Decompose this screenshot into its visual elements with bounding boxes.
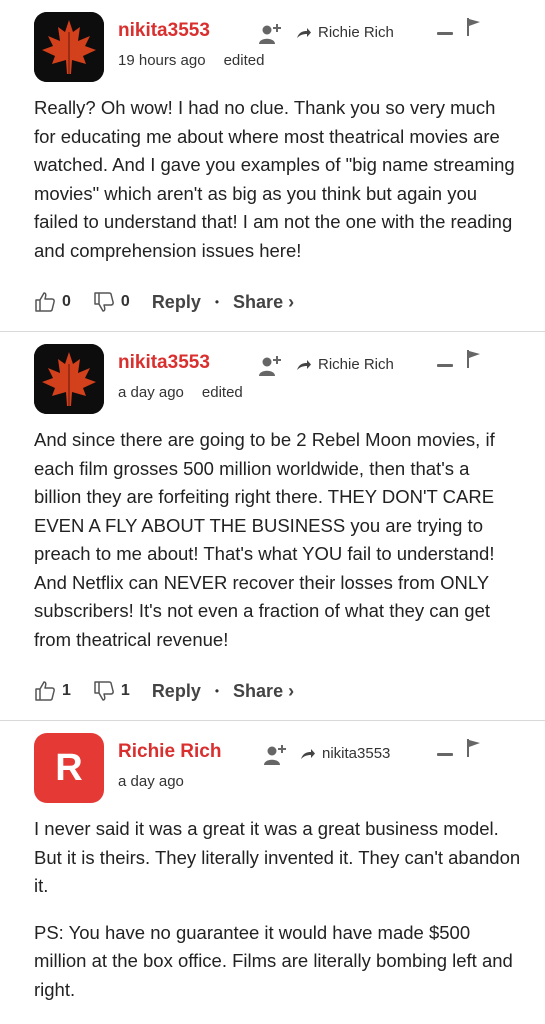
edited-label: edited: [223, 52, 265, 69]
comment-header: nikita3553 Richie Rich a day ago edited: [34, 332, 521, 424]
collapse-button[interactable]: [437, 364, 453, 367]
reply-to[interactable]: Richie Rich: [296, 356, 394, 373]
reply-to-user: Richie Rich: [318, 24, 394, 41]
add-user-icon[interactable]: [257, 22, 283, 46]
avatar-letter: R: [55, 746, 83, 789]
add-user-icon[interactable]: [257, 354, 283, 378]
timestamp: a day ago: [118, 773, 184, 790]
reply-button[interactable]: Reply: [152, 292, 201, 313]
like-count: 0: [62, 293, 71, 310]
reply-to[interactable]: Richie Rich: [296, 24, 394, 41]
reply-arrow-icon: [301, 748, 315, 759]
avatar[interactable]: R: [34, 733, 104, 803]
comment: nikita3553 Richie Rich a day ago edited A…: [0, 332, 545, 716]
username[interactable]: nikita3553: [118, 20, 210, 42]
username[interactable]: Richie Rich: [118, 741, 221, 763]
reply-to-user: nikita3553: [322, 745, 391, 762]
comment-text: PS: You have no guarantee it would have …: [34, 921, 513, 1000]
separator-dot: •: [214, 684, 220, 698]
thumbs-down-icon[interactable]: [93, 680, 115, 702]
comment: R Richie Rich nikita3553 a day ago I nev…: [0, 721, 545, 1004]
comment-meta: 19 hours ago edited: [118, 52, 264, 69]
maple-leaf-icon: [34, 12, 104, 82]
comment-actions: 1 1 Reply • Share ›: [34, 666, 521, 716]
comment-text: And since there are going to be 2 Rebel …: [34, 429, 495, 650]
edited-label: edited: [201, 384, 243, 401]
maple-leaf-icon: [34, 344, 104, 414]
collapse-button[interactable]: [437, 32, 453, 35]
timestamp: a day ago: [118, 384, 184, 401]
separator-dot: •: [214, 295, 220, 309]
dislike-count: 1: [120, 682, 130, 699]
share-button[interactable]: Share ›: [233, 681, 294, 702]
timestamp: 19 hours ago: [118, 52, 206, 69]
flag-icon[interactable]: [467, 739, 481, 757]
reply-to[interactable]: nikita3553: [300, 745, 390, 762]
thumbs-down-icon[interactable]: [93, 291, 115, 313]
reply-to-user: Richie Rich: [318, 356, 394, 373]
comment-header: nikita3553 Richie Rich 19 hours ago edite…: [34, 0, 521, 92]
dislike-count: 0: [120, 293, 130, 310]
thumbs-up-icon[interactable]: [34, 680, 56, 702]
avatar[interactable]: [34, 344, 104, 414]
username[interactable]: nikita3553: [118, 352, 210, 374]
avatar[interactable]: [34, 12, 104, 82]
add-user-icon[interactable]: [262, 743, 288, 767]
reply-arrow-icon: [297, 27, 311, 38]
comment-actions: 0 0 Reply • Share ›: [34, 277, 521, 327]
comment-meta: a day ago edited: [118, 384, 243, 401]
flag-icon[interactable]: [467, 350, 481, 368]
thumbs-up-icon[interactable]: [34, 291, 56, 313]
like-count: 1: [62, 682, 71, 699]
comment-meta: a day ago: [118, 773, 184, 790]
collapse-button[interactable]: [437, 753, 453, 756]
comment-header: R Richie Rich nikita3553 a day ago: [34, 721, 521, 813]
reply-arrow-icon: [297, 359, 311, 370]
reply-button[interactable]: Reply: [152, 681, 201, 702]
comment: nikita3553 Richie Rich 19 hours ago edite…: [0, 0, 545, 327]
comment-text: Really? Oh wow! I had no clue. Thank you…: [34, 97, 515, 261]
comment-text: I never said it was a great it was a gre…: [34, 818, 521, 896]
share-button[interactable]: Share ›: [233, 292, 294, 313]
flag-icon[interactable]: [467, 18, 481, 36]
